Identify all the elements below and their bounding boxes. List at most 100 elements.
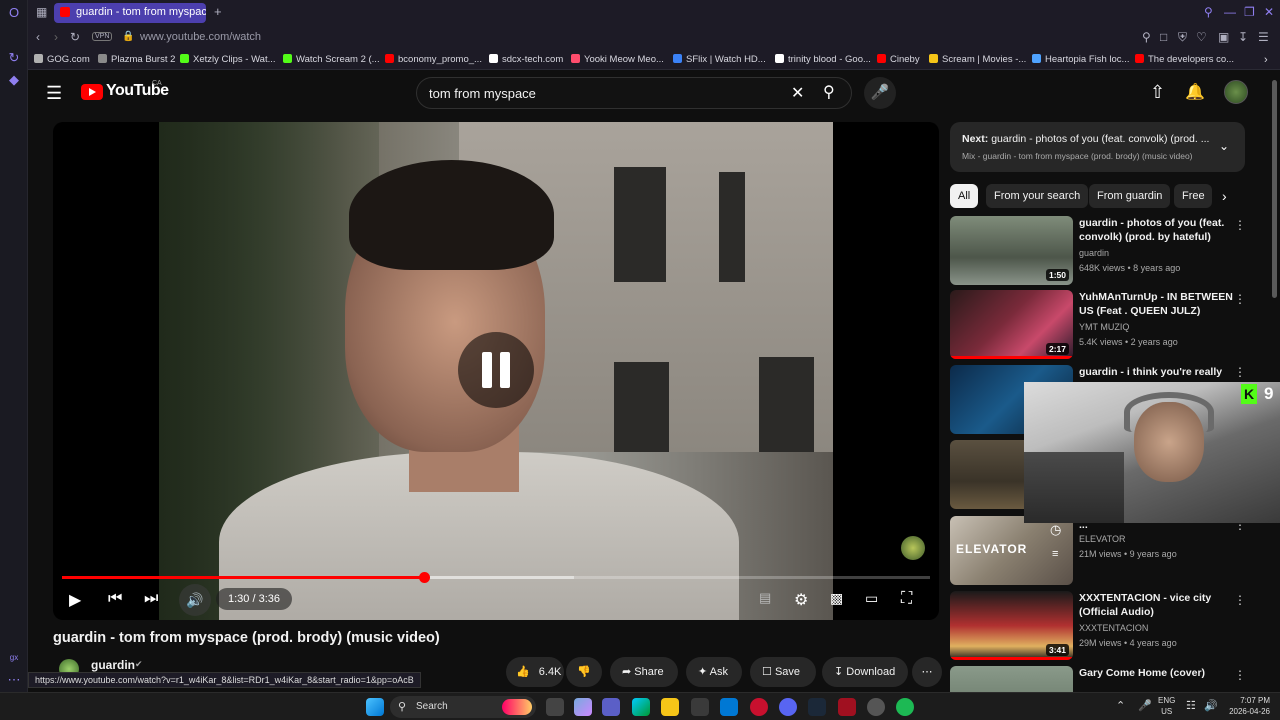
opera-gx-icon[interactable] bbox=[750, 698, 768, 716]
task-view-icon[interactable] bbox=[546, 698, 564, 716]
maximize-button[interactable]: ❐ bbox=[1244, 5, 1255, 19]
chip-from-guardin[interactable]: From guardin bbox=[1089, 184, 1171, 208]
recommendation-title[interactable]: YuhMAnTurnUp - IN BETWEEN US (Feat . QUE… bbox=[1079, 290, 1234, 318]
chip-all[interactable]: All bbox=[950, 184, 979, 208]
kebab-menu-icon[interactable]: ⋮ bbox=[1234, 593, 1246, 607]
speaker-icon[interactable]: 🔊 bbox=[1204, 699, 1218, 712]
previous-icon[interactable]: ⏮ bbox=[108, 590, 122, 608]
like-button[interactable]: 👍 6.4K bbox=[506, 657, 564, 687]
new-tab-button[interactable]: + bbox=[214, 4, 222, 19]
recommendation-title[interactable]: guardin - photos of you (feat. convolk) … bbox=[1079, 216, 1234, 244]
recommendation-title[interactable]: XXXTENTACION - vice city (Official Audio… bbox=[1079, 591, 1234, 619]
bookmark-item[interactable]: GOG.com bbox=[34, 54, 90, 65]
scrubber-handle[interactable] bbox=[418, 572, 430, 583]
history-icon[interactable]: ↻ bbox=[6, 50, 22, 66]
bookmark-item[interactable]: Plazma Burst 2 bbox=[98, 54, 175, 65]
bookmark-item[interactable]: SFlix | Watch HD... bbox=[673, 54, 766, 65]
play-icon[interactable]: ▶ bbox=[69, 590, 81, 610]
lock-icon[interactable]: 🔒 bbox=[122, 31, 134, 42]
ask-button[interactable]: ✦ Ask bbox=[686, 657, 742, 687]
video-thumbnail[interactable]: 1:50 bbox=[950, 216, 1073, 285]
recommendation-channel[interactable]: YMT MUZIQ bbox=[1079, 322, 1129, 332]
video-thumbnail[interactable]: 2:17 bbox=[950, 290, 1073, 359]
reload-icon[interactable]: ↻ bbox=[70, 30, 80, 44]
aria-icon[interactable]: ◆ bbox=[6, 72, 22, 88]
sidebar-more-icon[interactable]: ⋯ bbox=[6, 672, 22, 688]
video-thumbnail[interactable] bbox=[950, 666, 1073, 692]
kebab-menu-icon[interactable]: ⋮ bbox=[1234, 218, 1246, 232]
snapshot-icon[interactable]: □ bbox=[1160, 30, 1167, 44]
recommendation-item[interactable]: 3:41 XXXTENTACION - vice city (Official … bbox=[950, 591, 1260, 661]
url-field[interactable]: www.youtube.com/watch bbox=[140, 31, 261, 43]
recommendation-title[interactable]: guardin - i think you're really bbox=[1079, 365, 1234, 379]
clear-search-icon[interactable]: ✕ bbox=[791, 83, 804, 103]
dislike-button[interactable]: 👎 bbox=[566, 657, 602, 687]
voice-search-icon[interactable]: 🎤 bbox=[864, 77, 896, 109]
heart-icon[interactable]: ♡ bbox=[1196, 30, 1207, 44]
search-input[interactable] bbox=[429, 86, 769, 101]
kebab-menu-icon[interactable]: ⋮ bbox=[1234, 668, 1246, 682]
upload-icon[interactable]: ⇧ bbox=[1150, 82, 1165, 103]
copilot-icon[interactable] bbox=[574, 698, 592, 716]
channel-name[interactable]: guardin bbox=[91, 658, 135, 672]
subtitles-icon[interactable]: ▤ bbox=[759, 590, 771, 606]
bookmark-item[interactable]: Heartopia Fish loc... bbox=[1032, 54, 1129, 65]
taskbar-search[interactable]: ⚲ Search bbox=[390, 696, 536, 718]
video-player[interactable]: ▶ ⏮ ⏭ 🔊 1:30 / 3:36 ▤ ⚙ ▩ ▭ ⛶ bbox=[53, 122, 939, 620]
avatar[interactable] bbox=[1224, 80, 1248, 104]
back-button[interactable]: ‹ bbox=[36, 30, 40, 44]
volume-icon[interactable]: 🔊 bbox=[179, 584, 211, 616]
chevron-right-icon[interactable]: › bbox=[1222, 188, 1227, 204]
miniplayer-icon[interactable]: ▩ bbox=[830, 590, 843, 607]
center-pause-button[interactable] bbox=[458, 332, 534, 408]
bookmark-item[interactable]: The developers co... bbox=[1135, 54, 1234, 65]
search-icon[interactable]: ⚲ bbox=[823, 82, 835, 102]
page-scrollbar[interactable] bbox=[1272, 80, 1277, 298]
notifications-bell-icon[interactable]: 🔔 bbox=[1185, 82, 1205, 102]
recommendation-item[interactable]: 2:17 YuhMAnTurnUp - IN BETWEEN US (Feat … bbox=[950, 290, 1260, 360]
bookmark-item[interactable]: Yooki Meow Meo... bbox=[571, 54, 664, 65]
opera-logo-icon[interactable]: O bbox=[6, 5, 22, 21]
vpn-badge[interactable]: VPN bbox=[92, 32, 113, 41]
recommendation-item[interactable]: ELEVATOR ◷ ≡ ... ELEVATOR 21M views • 9 … bbox=[950, 516, 1260, 586]
kebab-menu-icon[interactable]: ⋮ bbox=[1234, 292, 1246, 306]
zoom-icon[interactable]: ⚲ bbox=[1142, 30, 1151, 44]
save-button[interactable]: ☐ Save bbox=[750, 657, 816, 687]
bookmark-item[interactable]: sdcx-tech.com bbox=[489, 54, 563, 65]
download-icon[interactable]: ↧ bbox=[1238, 30, 1248, 44]
menu-icon[interactable]: ☰ bbox=[1258, 30, 1269, 44]
edge-icon[interactable] bbox=[632, 698, 650, 716]
obs-icon[interactable] bbox=[867, 698, 885, 716]
tray-chevron-icon[interactable]: ⌃ bbox=[1116, 699, 1125, 712]
bookmark-item[interactable]: Xetzly Clips - Wat... bbox=[180, 54, 276, 65]
kebab-menu-icon[interactable]: ⋮ bbox=[1234, 365, 1246, 379]
tab-menu-icon[interactable]: ▦ bbox=[36, 5, 47, 19]
steam-icon[interactable] bbox=[808, 698, 826, 716]
next-icon[interactable]: ⏭ bbox=[144, 590, 158, 608]
microphone-icon[interactable]: 🎤 bbox=[1138, 699, 1152, 712]
shield-icon[interactable]: ⛨ bbox=[1178, 30, 1187, 45]
minimize-button[interactable]: — bbox=[1224, 5, 1236, 19]
recommendation-channel[interactable]: ELEVATOR bbox=[1079, 534, 1126, 544]
spotify-icon[interactable] bbox=[896, 698, 914, 716]
store-icon[interactable] bbox=[691, 698, 709, 716]
file-explorer-icon[interactable] bbox=[661, 698, 679, 716]
chevron-down-icon[interactable]: ⌄ bbox=[1219, 139, 1229, 153]
clock[interactable]: 7:07 PM 2026-04-26 bbox=[1226, 695, 1270, 717]
settings-gear-icon[interactable]: ⚙ bbox=[794, 590, 808, 610]
recommendation-title[interactable]: Gary Come Home (cover) bbox=[1079, 666, 1234, 680]
bookmarks-more-icon[interactable]: › bbox=[1264, 54, 1268, 66]
bookmark-item[interactable]: Cineby bbox=[877, 54, 920, 65]
youtube-logo-icon[interactable] bbox=[81, 84, 103, 100]
chip-from-your-search[interactable]: From your search bbox=[986, 184, 1089, 208]
tab-active[interactable]: guardin - tom from myspace bbox=[54, 3, 206, 23]
app-icon[interactable] bbox=[838, 698, 856, 716]
download-button[interactable]: ↧ Download bbox=[822, 657, 908, 687]
wifi-icon[interactable]: ☷ bbox=[1186, 699, 1196, 712]
start-button[interactable] bbox=[366, 698, 384, 716]
gx-icon[interactable]: gx bbox=[6, 650, 22, 666]
discord-icon[interactable] bbox=[779, 698, 797, 716]
recommendation-item[interactable]: 1:50 guardin - photos of you (feat. conv… bbox=[950, 216, 1260, 286]
channel-watermark-icon[interactable] bbox=[901, 536, 925, 560]
teams-icon[interactable] bbox=[602, 698, 620, 716]
